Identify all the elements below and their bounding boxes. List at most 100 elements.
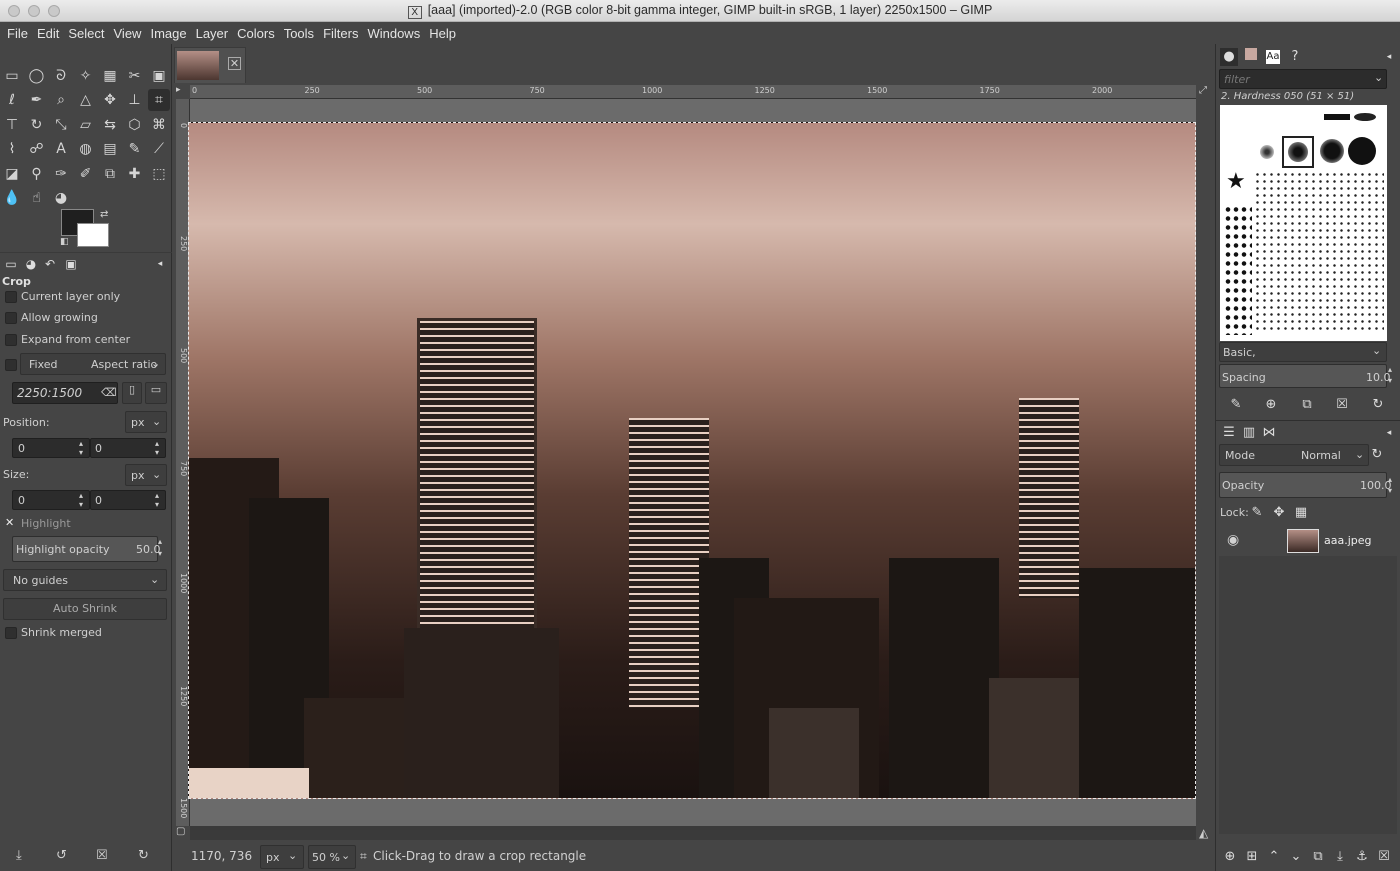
menu-tools[interactable]: Tools — [280, 26, 319, 41]
splatter-brushes[interactable] — [1224, 205, 1252, 335]
menu-help[interactable]: Help — [425, 26, 461, 41]
pencil-tool-icon[interactable]: ✎ — [124, 138, 146, 160]
device-status-tab-icon[interactable]: ◕ — [23, 256, 39, 272]
by-color-select-tool-icon[interactable]: ▦ — [99, 65, 121, 87]
perspective-tool-icon[interactable]: ⬡ — [124, 114, 146, 136]
position-unit-dropdown[interactable]: px ⌄ — [125, 411, 167, 433]
landscape-icon[interactable]: ▭ — [145, 382, 167, 404]
save-options-icon[interactable]: ⤓ — [16, 848, 22, 863]
fuzzy-select-tool-icon[interactable]: ✧ — [75, 65, 97, 87]
zoom-dropdown[interactable]: 50 % ⌄ — [308, 845, 356, 869]
paths-tool-icon[interactable]: ℓ — [1, 89, 23, 111]
brush-oval[interactable] — [1354, 113, 1376, 121]
handle-transform-tool-icon[interactable]: ☍ — [26, 138, 48, 160]
brush-block[interactable] — [1324, 114, 1350, 120]
spin-arrows-icon[interactable]: ▴ ▾ — [1388, 364, 1392, 386]
crop-tool-icon[interactable]: ⌗ — [148, 89, 170, 112]
menu-edit[interactable]: Edit — [33, 26, 64, 41]
dock-menu-icon[interactable]: ◂ — [1380, 424, 1398, 442]
portrait-icon[interactable]: ▯ — [122, 382, 142, 404]
brush-hardness-075[interactable] — [1320, 139, 1344, 163]
lock-alpha-icon[interactable]: ▦ — [1292, 504, 1310, 522]
mode-toggle-icon[interactable]: ↻ — [1368, 446, 1386, 464]
layer-row[interactable]: ◉ aaa.jpeg — [1219, 526, 1397, 556]
position-y-input[interactable]: 0 ▴ ▾ — [90, 438, 166, 458]
paintbrush-tool-icon[interactable]: ⟋ — [148, 138, 170, 160]
spin-arrows-icon[interactable]: ▴ ▾ — [79, 491, 83, 509]
eraser-tool-icon[interactable]: ◪ — [1, 163, 23, 185]
foreground-select-tool-icon[interactable]: ▣ — [148, 65, 170, 87]
unified-transform-tool-icon[interactable]: ⊤ — [1, 114, 23, 136]
lower-layer-icon[interactable]: ⌄ — [1287, 848, 1305, 866]
measure-tool-icon[interactable]: △ — [75, 89, 97, 111]
flip-tool-icon[interactable]: ⇆ — [99, 114, 121, 136]
perspective-clone-tool-icon[interactable]: ⬚ — [148, 163, 170, 185]
fonts-tab-icon[interactable]: Aa — [1266, 50, 1280, 64]
size-unit-dropdown[interactable]: px ⌄ — [125, 464, 167, 486]
duplicate-brush-icon[interactable]: ⧉ — [1298, 396, 1316, 414]
menu-layer[interactable]: Layer — [192, 26, 234, 41]
menu-windows[interactable]: Windows — [363, 26, 425, 41]
menu-file[interactable]: File — [3, 26, 33, 41]
dock-menu-icon[interactable]: ◂ — [1380, 48, 1398, 66]
smudge-tool-icon[interactable]: ☝ — [26, 187, 48, 209]
gradient-tool-icon[interactable]: ▤ — [99, 138, 121, 160]
spin-arrows-icon[interactable]: ▴ ▾ — [155, 439, 159, 457]
delete-brush-icon[interactable]: ☒ — [1333, 396, 1351, 414]
channels-tab-icon[interactable]: ▥ — [1240, 424, 1258, 442]
quick-mask-corner-icon[interactable]: ▸ — [176, 85, 181, 95]
free-select-tool-icon[interactable]: ᘐ — [50, 65, 72, 87]
brush-grid[interactable]: ★ — [1220, 105, 1387, 341]
unit-dropdown[interactable]: px ⌄ — [260, 845, 304, 869]
tool-options-tab-icon[interactable]: ▭ — [3, 256, 19, 272]
guides-dropdown[interactable]: No guides ⌄ — [3, 569, 167, 591]
brush-star[interactable]: ★ — [1226, 169, 1246, 194]
menu-filters[interactable]: Filters — [319, 26, 363, 41]
paths-tab-icon[interactable]: ⋈ — [1260, 424, 1278, 442]
brush-tag-dropdown[interactable]: Basic, ⌄ — [1219, 342, 1387, 362]
menu-image[interactable]: Image — [146, 26, 191, 41]
navigate-icon[interactable]: ◭ — [1199, 826, 1213, 840]
swap-colors-icon[interactable]: ⇄ — [100, 209, 108, 220]
shear-tool-icon[interactable]: ▱ — [75, 114, 97, 136]
refresh-brushes-icon[interactable]: ↻ — [1369, 396, 1387, 414]
restore-options-icon[interactable]: ↺ — [56, 848, 67, 863]
close-tab-icon[interactable]: ✕ — [228, 57, 241, 70]
new-brush-icon[interactable]: ⊕ — [1262, 396, 1280, 414]
duplicate-layer-icon[interactable]: ⧉ — [1309, 848, 1327, 866]
brush-filter-input[interactable]: filter ⌄ — [1219, 69, 1387, 89]
layer-opacity-slider[interactable]: Opacity 100.0 — [1219, 472, 1392, 498]
menu-colors[interactable]: Colors — [233, 26, 280, 41]
merge-layer-icon[interactable]: ⤓ — [1331, 848, 1349, 866]
anchor-layer-icon[interactable]: ⚓ — [1353, 848, 1371, 866]
text-tool-icon[interactable]: A — [50, 138, 72, 160]
edit-brush-icon[interactable]: ✎ — [1227, 396, 1245, 414]
zoom-tool-icon[interactable]: ⌕ — [50, 89, 72, 111]
brush-spacing-slider[interactable]: Spacing 10.0 — [1219, 364, 1391, 388]
texture-brushes[interactable] — [1254, 171, 1384, 331]
layers-tab-icon[interactable]: ☰ — [1220, 424, 1238, 442]
lock-position-icon[interactable]: ✥ — [1270, 504, 1288, 522]
size-w-input[interactable]: 0 ▴ ▾ — [12, 490, 90, 510]
align-tool-icon[interactable]: ⊥ — [124, 89, 146, 111]
shrink-merged-checkbox[interactable] — [5, 627, 17, 639]
brushes-tab-icon[interactable]: ● — [1220, 48, 1238, 66]
menu-view[interactable]: View — [110, 26, 147, 41]
new-layer-group-icon[interactable]: ⊞ — [1243, 848, 1261, 866]
undo-history-tab-icon[interactable]: ↶ — [42, 256, 58, 272]
raise-layer-icon[interactable]: ⌃ — [1265, 848, 1283, 866]
ellipse-select-tool-icon[interactable]: ◯ — [26, 65, 48, 87]
allow-growing-checkbox[interactable] — [5, 312, 17, 324]
brush-hardness-100[interactable] — [1348, 137, 1376, 165]
highlight-checkbox[interactable]: ✕ — [5, 516, 14, 529]
fixed-checkbox[interactable] — [5, 359, 17, 371]
warp-tool-icon[interactable]: ⌇ — [1, 138, 23, 160]
delete-layer-icon[interactable]: ☒ — [1375, 848, 1393, 866]
highlight-opacity-slider[interactable]: Highlight opacity 50.0 — [12, 536, 161, 562]
patterns-tab-icon[interactable] — [1242, 48, 1260, 66]
ink-tool-icon[interactable]: ✑ — [50, 163, 72, 185]
move-tool-icon[interactable]: ✥ — [99, 89, 121, 111]
spin-arrows-icon[interactable]: ▴ ▾ — [158, 536, 162, 560]
color-picker-tool-icon[interactable]: ✒ — [26, 89, 48, 111]
brush-hardness-050[interactable] — [1288, 142, 1308, 162]
